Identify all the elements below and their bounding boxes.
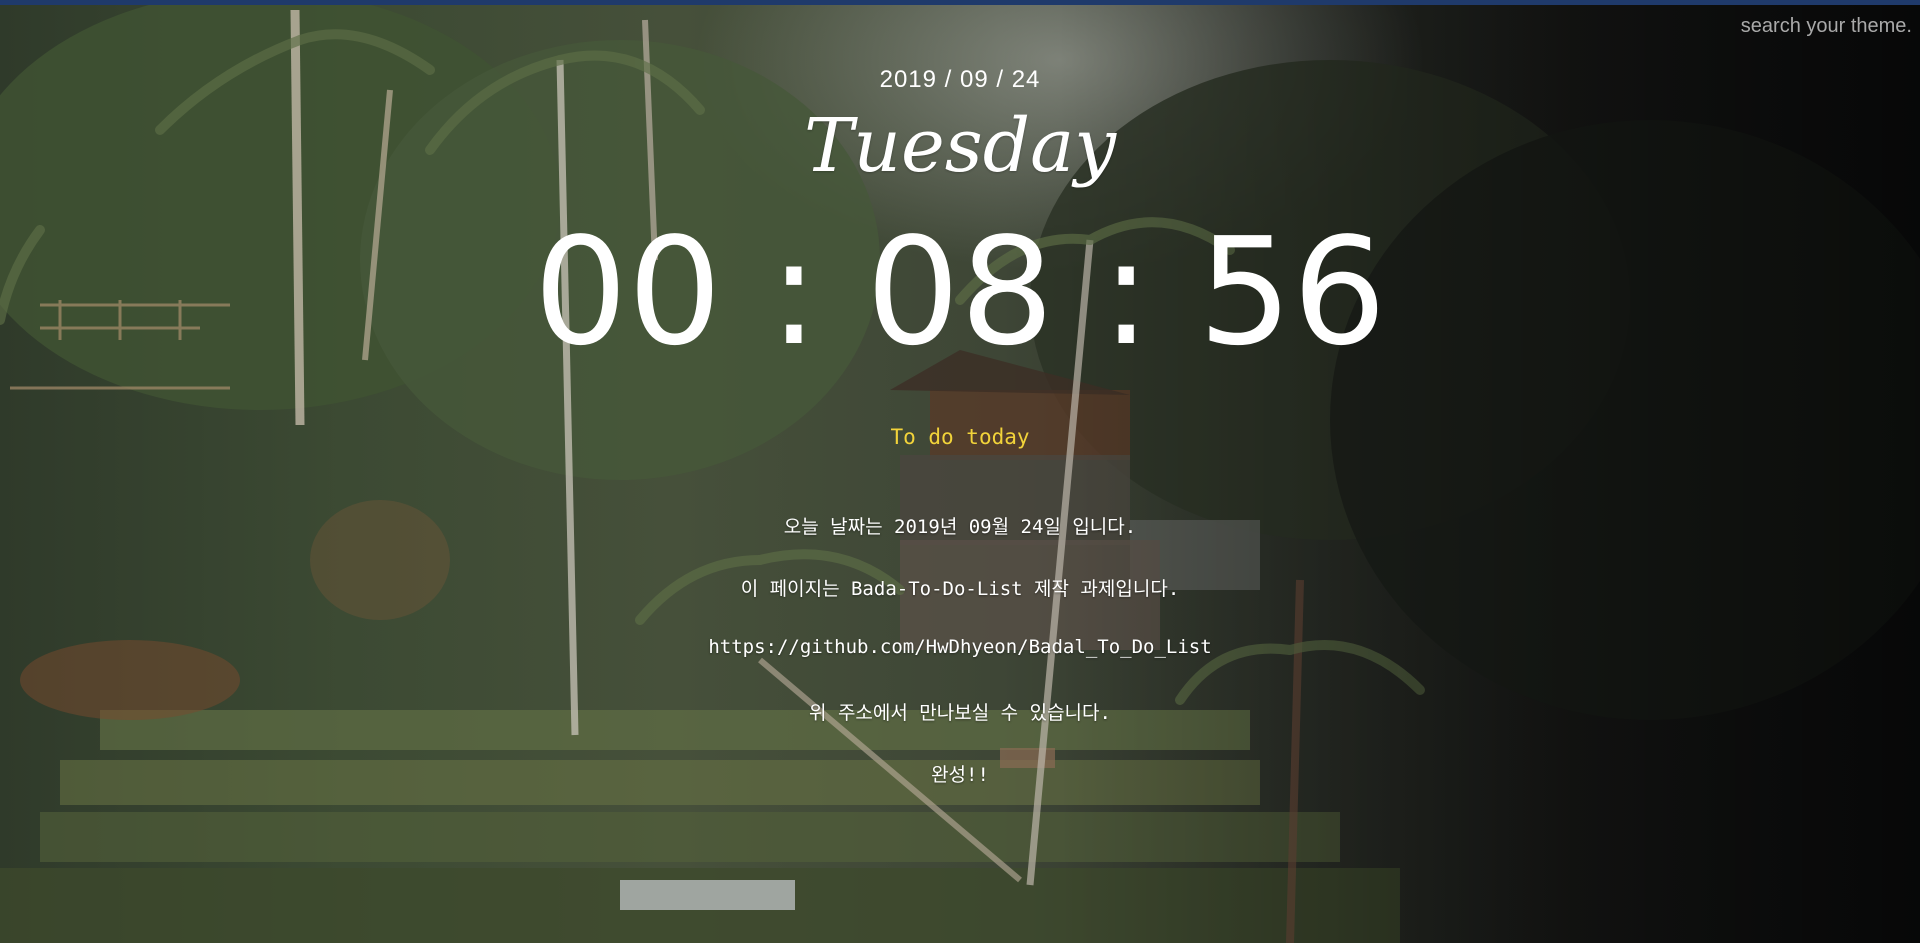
- theme-search-input[interactable]: [1710, 12, 1914, 40]
- background-scene: 2019 / 09 / 24 Tuesday 00 : 08 : 56 To d…: [0, 0, 1920, 943]
- clock-time: 00 : 08 : 56: [533, 206, 1387, 378]
- todo-item[interactable]: 오늘 날짜는 2019년 09월 24일 입니다.: [460, 512, 1460, 574]
- todo-item[interactable]: 이 페이지는 Bada-To-Do-List 제작 과제입니다.: [460, 574, 1460, 636]
- todo-list: 오늘 날짜는 2019년 09월 24일 입니다. 이 페이지는 Bada-To…: [460, 512, 1460, 822]
- weekday-display: Tuesday: [803, 103, 1117, 189]
- todo-item[interactable]: 완성!!: [460, 760, 1460, 822]
- todo-title: To do today: [890, 425, 1030, 449]
- todo-item[interactable]: https://github.com/HwDhyeon/Badal_To_Do_…: [460, 636, 1460, 698]
- todo-item[interactable]: 위 주소에서 만나보실 수 있습니다.: [460, 698, 1460, 760]
- top-accent-bar: [0, 0, 1920, 5]
- date-display: 2019 / 09 / 24: [879, 66, 1041, 93]
